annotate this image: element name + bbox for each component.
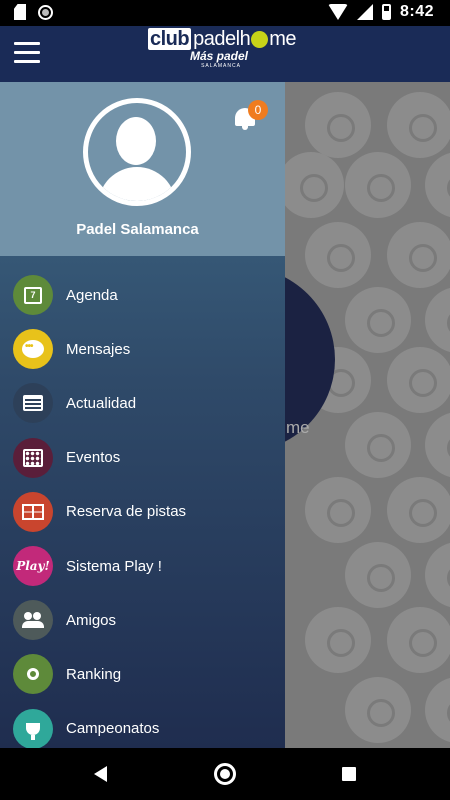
ticket-icon: [345, 412, 411, 478]
chat-icon: [13, 329, 53, 370]
ticket-icon: [425, 412, 450, 478]
runner-icon: [278, 152, 344, 218]
golf-flag-icon: [345, 287, 411, 353]
menu-item-mensajes[interactable]: Mensajes: [0, 322, 285, 376]
avatar-body: [98, 167, 176, 201]
recording-icon: [38, 4, 53, 20]
avatar[interactable]: [83, 98, 191, 206]
home-icon[interactable]: [214, 763, 236, 785]
basketball-icon: [305, 477, 371, 543]
play-icon: Play!: [13, 546, 53, 587]
menu-item-reserva-de-pistas[interactable]: Reserva de pistas: [0, 485, 285, 539]
menu-item-ranking[interactable]: Ranking: [0, 647, 285, 701]
tactics-icon: [425, 542, 450, 608]
logo-city: SALAMANCA: [201, 63, 241, 69]
app-bar: club padel h me Más padel SALAMANCA: [0, 26, 450, 82]
menu-item-amigos[interactable]: Amigos: [0, 593, 285, 647]
menu-item-label: Campeonatos: [66, 720, 160, 738]
background-partial-text: me: [286, 418, 310, 437]
status-bar: 8:42: [0, 0, 450, 26]
battery-charging-icon: [381, 4, 391, 20]
menu-item-campeonatos[interactable]: Campeonatos: [0, 702, 285, 748]
golf-flag-icon: [345, 677, 411, 743]
tennis-ball-icon: [251, 30, 269, 48]
system-nav-bar: [0, 748, 450, 800]
menu-item-label: Reserva de pistas: [66, 503, 187, 521]
notification-badge: 0: [248, 100, 268, 120]
ticket-icon: [305, 222, 371, 288]
menu-item-label: Actualidad: [66, 394, 137, 412]
podium-icon: [345, 152, 411, 218]
menu-item-label: Eventos: [66, 449, 121, 467]
menu-item-agenda[interactable]: 7 Agenda: [0, 268, 285, 322]
trophy-icon: [13, 708, 53, 748]
menu-item-sistema-play[interactable]: Play! Sistema Play !: [0, 539, 285, 593]
logo-subtitle: Más padel: [189, 49, 249, 63]
court-icon: [13, 491, 53, 532]
club-padel-home-logo: club padel h me Más padel SALAMANCA: [148, 28, 308, 80]
menu-item-label: Sistema Play !: [66, 557, 162, 575]
signal-icon: [356, 4, 373, 20]
ball-icon: [425, 152, 450, 218]
events-calendar-icon: [13, 437, 53, 478]
menu-item-eventos[interactable]: Eventos: [0, 431, 285, 485]
calendar-icon: 7: [13, 275, 53, 316]
drawer-menu: 7 Agenda Mensajes Actualidad Eventos: [0, 268, 285, 748]
avatar-head: [116, 117, 156, 165]
menu-item-label: Mensajes: [66, 340, 131, 358]
sd-card-icon: [14, 4, 26, 20]
recent-apps-icon[interactable]: [342, 767, 356, 781]
golf-flag-icon: [305, 92, 371, 158]
menu-item-actualidad[interactable]: Actualidad: [0, 376, 285, 430]
wifi-icon: [327, 4, 348, 20]
podium-icon: [387, 347, 450, 413]
profile-name: Padel Salamanca: [76, 221, 199, 238]
menu-item-label: Agenda: [66, 286, 118, 304]
ticket-icon: [387, 607, 450, 673]
menu-item-label: Ranking: [66, 665, 122, 683]
golf-flag-icon: [387, 477, 450, 543]
hamburger-menu-icon[interactable]: [14, 42, 40, 64]
hockey-mask-icon: [305, 607, 371, 673]
back-icon[interactable]: [94, 766, 107, 782]
tennis-ball-icon: [387, 222, 450, 288]
tactics-icon: [387, 92, 450, 158]
navigation-drawer: 0 Padel Salamanca 7 Agenda Mensajes Actu…: [0, 82, 285, 748]
menu-item-label: Amigos: [66, 611, 117, 629]
friends-icon: [13, 600, 53, 641]
status-time: 8:42: [399, 3, 434, 20]
runner-icon: [345, 542, 411, 608]
tactics-icon: [425, 287, 450, 353]
drawer-header: 0 Padel Salamanca: [0, 82, 285, 256]
basketball-icon: [425, 677, 450, 743]
newspaper-icon: [13, 383, 53, 424]
medal-icon: [13, 654, 53, 695]
